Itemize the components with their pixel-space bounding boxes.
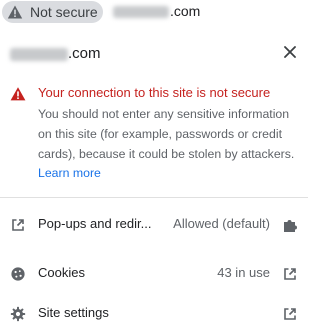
- popups-redirects-row[interactable]: Pop-ups and redir... Allowed (default): [0, 208, 308, 242]
- gear-icon: [10, 306, 26, 322]
- open-in-new-icon: [282, 266, 298, 282]
- popup-site-suffix: .com: [68, 45, 101, 62]
- close-button[interactable]: [279, 43, 301, 65]
- warning-description: You should not enter any sensitive infor…: [38, 107, 295, 161]
- warning-title: Your connection to this site is not secu…: [38, 85, 271, 100]
- external-link-icon: [10, 217, 26, 233]
- site-info-screen: Not secure .com .com Your connection to …: [0, 0, 308, 332]
- warning-triangle-icon: [7, 4, 23, 20]
- redacted-site-name: [10, 48, 68, 61]
- site-settings-row[interactable]: Site settings: [0, 297, 308, 331]
- divider: [0, 197, 308, 198]
- cookies-count: 43 in use: [217, 265, 270, 280]
- open-in-new-icon: [282, 306, 298, 322]
- security-chip[interactable]: Not secure: [2, 1, 103, 23]
- warning-triangle-icon: [10, 86, 26, 102]
- url-suffix: .com: [170, 3, 201, 19]
- security-chip-label: Not secure: [30, 4, 98, 20]
- redacted-domain: [113, 6, 169, 18]
- puzzle-extension-icon: [282, 217, 298, 233]
- close-icon: [284, 45, 296, 63]
- cookie-icon: [10, 266, 26, 282]
- omnibox[interactable]: Not secure .com: [0, 0, 308, 24]
- connection-warning: Your connection to this site is not secu…: [0, 82, 308, 192]
- popups-label: Pop-ups and redir...: [38, 216, 152, 231]
- learn-more-link[interactable]: Learn more: [38, 166, 101, 180]
- cookies-label: Cookies: [38, 265, 85, 280]
- cookies-row[interactable]: Cookies 43 in use: [0, 257, 308, 291]
- site-settings-label: Site settings: [38, 305, 109, 320]
- popups-status: Allowed (default): [173, 216, 270, 231]
